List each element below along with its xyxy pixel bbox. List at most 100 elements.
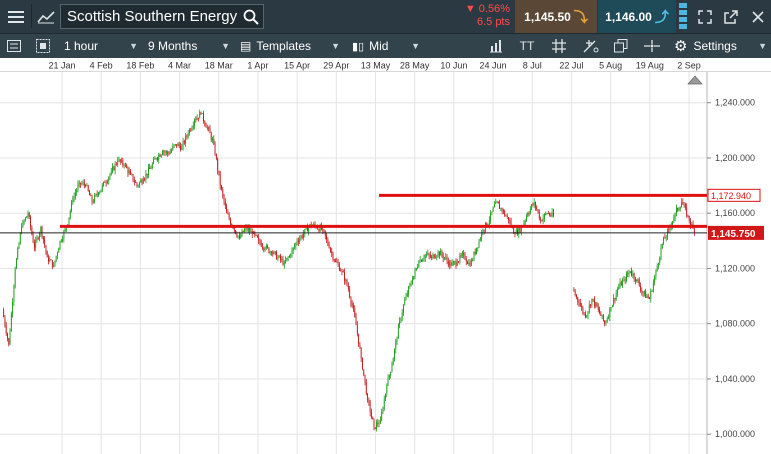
candle-body	[438, 251, 440, 256]
chevron-down-icon: ▼	[331, 41, 340, 51]
candle-body	[529, 208, 531, 214]
candle-body	[514, 233, 516, 235]
candle-body	[249, 228, 251, 232]
date-label: 18 Feb	[126, 61, 154, 71]
level-label: 1,172.940	[711, 191, 751, 201]
menu-icon[interactable]	[0, 0, 31, 33]
candle-body	[419, 260, 421, 262]
candle-body	[268, 247, 270, 253]
candle-body	[373, 419, 375, 428]
candle-body	[453, 261, 454, 263]
close-icon[interactable]	[744, 0, 771, 33]
sell-price-button[interactable]: 1,145.50 ⤵	[515, 0, 597, 33]
range-value: 9 Months	[148, 39, 198, 53]
candle-body	[196, 117, 198, 120]
instrument-search-box[interactable]: Scottish Southern Energy	[60, 4, 264, 29]
candle-body	[582, 307, 584, 313]
candle-body	[199, 112, 201, 119]
candle-body	[526, 216, 527, 221]
price-tick-label: 1,080.000	[715, 319, 755, 329]
candle-body	[236, 233, 238, 237]
indicators-icon[interactable]	[483, 34, 509, 58]
candle-body	[456, 261, 458, 266]
chart-type-icon[interactable]	[32, 0, 59, 33]
candle-body	[287, 257, 289, 259]
candle-body	[172, 146, 174, 150]
candle-body	[465, 258, 467, 262]
grid-icon[interactable]	[546, 34, 572, 58]
candle-body	[283, 262, 285, 265]
search-icon[interactable]	[240, 6, 262, 28]
candle-body	[27, 213, 29, 217]
candle-body	[160, 154, 162, 157]
candle-body	[177, 143, 179, 147]
candle-body	[608, 317, 609, 319]
candle-body	[328, 245, 330, 248]
candle-body	[618, 287, 620, 290]
text-tool-icon[interactable]: TT	[514, 34, 540, 58]
candle-body	[447, 260, 449, 266]
candle-body	[392, 358, 394, 366]
candle-body	[543, 214, 545, 218]
price-chart[interactable]: 1,000.000 1,040.000 1,080.000 1,120.000 1,16…	[0, 72, 771, 454]
date-label: 2 Sep	[677, 61, 701, 71]
candle-body	[8, 338, 10, 345]
candle-body	[536, 206, 538, 210]
buy-price-button[interactable]: 1,146.00 ⤴	[598, 0, 676, 33]
candle-body	[303, 233, 304, 238]
candle-body	[269, 251, 271, 253]
candle-body	[113, 166, 115, 171]
candle-body	[410, 283, 412, 285]
candle-body	[578, 301, 580, 303]
candle-body	[636, 279, 638, 281]
range-select[interactable]: 9 Months ▼	[148, 34, 234, 58]
crosshair-icon[interactable]	[639, 34, 665, 58]
candle-body	[40, 227, 42, 234]
scroll-to-end-icon[interactable]	[687, 75, 703, 85]
candle-body	[597, 306, 599, 310]
candle-body	[482, 229, 484, 233]
candle-body	[355, 316, 357, 326]
expand-icon[interactable]	[692, 0, 718, 33]
drawing-tools-icon[interactable]	[578, 34, 604, 58]
candle-body	[128, 170, 130, 174]
popout-icon[interactable]	[718, 0, 744, 33]
templates-select[interactable]: ▤ Templates ▼	[240, 34, 342, 58]
candle-body	[322, 229, 324, 231]
candle-body	[35, 240, 37, 248]
candle-body	[414, 270, 416, 277]
buy-price: 1,146.00	[605, 9, 652, 24]
candle-body	[226, 205, 228, 214]
candle-body	[409, 284, 411, 287]
copy-icon[interactable]	[608, 34, 634, 58]
candle-body	[687, 215, 689, 217]
candle-body	[342, 271, 344, 273]
candle-body	[263, 247, 265, 250]
candle-body	[483, 229, 485, 231]
candle-body	[369, 402, 371, 413]
interval-select[interactable]: 1 hour ▼	[64, 34, 142, 58]
candle-body	[230, 218, 231, 224]
candle-body	[579, 302, 581, 307]
candle-body	[550, 215, 552, 216]
candle-body	[122, 160, 124, 166]
candle-body	[476, 247, 477, 254]
candle-body	[542, 217, 544, 222]
price-type-select[interactable]: ▮▯ Mid ▼	[352, 34, 422, 58]
settings-button[interactable]: ⚙ Settings ▼	[674, 34, 769, 58]
list-icon[interactable]	[0, 34, 28, 58]
candle-body	[634, 278, 636, 281]
candle-body	[149, 167, 151, 170]
depth-icon[interactable]	[677, 2, 689, 31]
candle-body	[417, 267, 418, 269]
layout-icon[interactable]	[30, 34, 56, 58]
candle-body	[540, 218, 542, 221]
candle-body	[643, 291, 645, 294]
candle-body	[479, 238, 481, 241]
candle-body	[693, 228, 695, 233]
date-label: 4 Feb	[90, 61, 113, 71]
candle-body	[60, 240, 62, 242]
candle-body	[271, 251, 272, 253]
candle-body	[158, 154, 160, 160]
horizontal-levels[interactable]: 1,172.940	[60, 188, 761, 228]
